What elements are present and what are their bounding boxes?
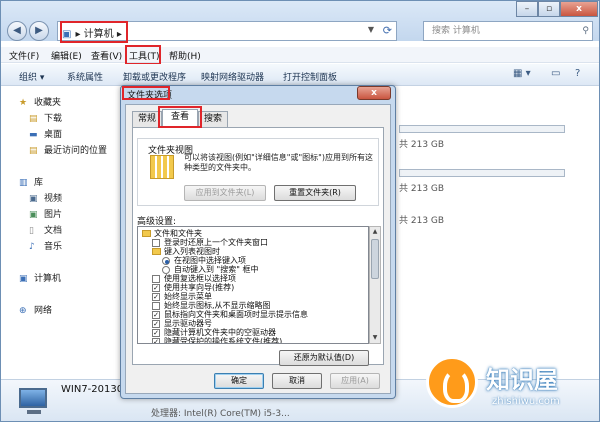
folder-views-icon (150, 155, 174, 179)
drive-usage-bar (399, 169, 565, 177)
highlight-view-tab (158, 106, 202, 128)
checkbox[interactable]: ✓ (152, 338, 160, 343)
search-input[interactable]: 搜索 计算机 ⚲ (423, 21, 593, 41)
command-bar: 组织 ▾ 系统属性 卸载或更改程序 映射网络驱动器 打开控制面板 ▦ ▾ ▭ ? (1, 64, 599, 86)
picture-icon: ▣ (29, 210, 38, 220)
checkbox[interactable]: ✓ (152, 311, 160, 319)
music-icon: ♪ (29, 242, 35, 252)
refresh-icon[interactable]: ⟳ (383, 24, 392, 37)
forward-button[interactable]: ▶ (29, 21, 49, 41)
star-icon: ★ (19, 98, 28, 108)
drive-size: 共 213 GB (399, 140, 445, 150)
nav-videos[interactable]: ▣ 视频 (29, 191, 62, 204)
folder-options-dialog: 文件夹选项 x 常规 查看 搜索 文件夹视图 可以将该视图(例如"详细信息"或"… (120, 85, 396, 399)
checkbox[interactable]: ✓ (152, 329, 160, 337)
library-icon: ▥ (19, 178, 28, 188)
nav-desktop[interactable]: ▬ 桌面 (29, 127, 62, 140)
back-button[interactable]: ◀ (7, 21, 27, 41)
video-icon: ▣ (29, 194, 38, 204)
advanced-settings-scrollbar[interactable]: ▲ ▼ (369, 226, 381, 344)
restore-defaults-button[interactable]: 还原为默认值(D) (279, 350, 369, 366)
dialog-body: 常规 查看 搜索 文件夹视图 可以将该视图(例如"详细信息"或"图标")应用到所… (125, 104, 391, 394)
dialog-close-button[interactable]: x (357, 86, 391, 100)
checkbox[interactable] (152, 302, 160, 310)
advanced-settings-list[interactable]: 文件和文件夹 登录时还原上一个文件夹窗口 键入列表视图时 在视图中选择键入项 自动键入到… (137, 226, 369, 344)
organize-button[interactable]: 组织 ▾ (19, 70, 44, 83)
watermark-title: 知识屋 (486, 366, 558, 394)
computer-name: WIN7-20130 (61, 384, 124, 395)
nav-favorites[interactable]: ★ 收藏夹 (19, 95, 61, 108)
drive-size: 共 213 GB (399, 184, 445, 194)
close-button[interactable]: x (560, 1, 598, 17)
nav-music[interactable]: ♪ 音乐 (29, 239, 62, 252)
apply-to-folders-button[interactable]: 应用到文件夹(L) (184, 185, 266, 201)
ok-button[interactable]: 确定 (214, 373, 264, 389)
watermark-logo: 知识屋 zhishiwu.com (426, 354, 596, 418)
reset-folders-button[interactable]: 重置文件夹(R) (274, 185, 356, 201)
maximize-button[interactable]: ▫ (538, 1, 560, 17)
drive-size: 共 213 GB (399, 216, 445, 226)
nav-computer[interactable]: ▣ 计算机 (19, 271, 61, 284)
menu-view[interactable]: 查看(V) (91, 49, 122, 62)
watermark-url: zhishiwu.com (492, 396, 560, 407)
computer-icon (19, 388, 47, 408)
watermark-icon (426, 356, 478, 408)
scroll-thumb[interactable] (371, 239, 379, 279)
checkbox[interactable]: ✓ (152, 320, 160, 328)
highlight-tools-menu (125, 45, 161, 65)
control-panel-button[interactable]: 打开控制面板 (283, 70, 337, 83)
highlight-dialog-title (122, 86, 170, 100)
minimize-button[interactable]: – (516, 1, 538, 17)
nav-recent[interactable]: ▤ 最近访问的位置 (29, 143, 107, 156)
checkbox[interactable] (152, 275, 160, 283)
radio-button[interactable] (162, 257, 170, 265)
nav-downloads[interactable]: ▤ 下载 (29, 111, 62, 124)
drive-usage-bar (399, 125, 565, 133)
document-icon: ▯ (29, 226, 34, 236)
tab-search[interactable]: 搜索 (198, 111, 228, 127)
menu-edit[interactable]: 编辑(E) (51, 49, 82, 62)
nav-network[interactable]: ⊕ 网络 (19, 303, 52, 316)
network-icon: ⊕ (19, 306, 27, 316)
uninstall-button[interactable]: 卸载或更改程序 (123, 70, 186, 83)
computer-icon: ▣ (19, 274, 28, 284)
menu-help[interactable]: 帮助(H) (169, 49, 201, 62)
processor-info: 处理器: Intel(R) Core(TM) i5-3... (151, 409, 290, 419)
nav-libraries[interactable]: ▥ 库 (19, 175, 43, 188)
settings-label: 隐藏受保护的操作系统文件(推荐) (164, 337, 283, 344)
system-properties-button[interactable]: 系统属性 (67, 70, 103, 83)
highlight-address (60, 21, 128, 43)
navigation-pane: ★ 收藏夹 ▤ 下载 ▬ 桌面 ▤ 最近访问的位置 ▥ 库 ▣ 视频 ▣ 图片 ▯ 文档 ♪ 音乐… (1, 87, 121, 379)
map-drive-button[interactable]: 映射网络驱动器 (201, 70, 264, 83)
nav-pictures[interactable]: ▣ 图片 (29, 207, 62, 220)
menu-file[interactable]: 文件(F) (9, 49, 39, 62)
download-folder-icon: ▤ (29, 114, 38, 124)
desktop-icon: ▬ (29, 130, 38, 140)
help-icon[interactable]: ? (575, 68, 580, 79)
preview-pane-icon[interactable]: ▭ (551, 68, 560, 79)
radio-button[interactable] (162, 266, 170, 274)
nav-documents[interactable]: ▯ 文档 (29, 223, 62, 236)
recent-places-icon: ▤ (29, 146, 38, 156)
view-tab-panel: 文件夹视图 可以将该视图(例如"详细信息"或"图标")应用到所有这种类型的文件夹… (132, 127, 384, 366)
folder-icon (152, 248, 161, 255)
menu-bar: 文件(F) 编辑(E) 查看(V) 工具(T) 帮助(H) (1, 47, 599, 63)
folder-views-group: 文件夹视图 可以将该视图(例如"详细信息"或"图标")应用到所有这种类型的文件夹… (137, 138, 379, 206)
checkbox[interactable] (152, 239, 160, 247)
folder-views-description: 可以将该视图(例如"详细信息"或"图标")应用到所有这种类型的文件夹中。 (184, 153, 373, 172)
view-options-icon[interactable]: ▦ ▾ (513, 68, 531, 79)
scroll-up-icon[interactable]: ▲ (370, 227, 380, 237)
computer-stand (27, 410, 41, 414)
cancel-button[interactable]: 取消 (272, 373, 322, 389)
apply-button[interactable]: 应用(A) (330, 373, 380, 389)
search-icon: ⚲ (582, 26, 589, 36)
checkbox[interactable]: ✓ (152, 284, 160, 292)
chevron-down-icon[interactable]: ▼ (368, 25, 374, 34)
scroll-down-icon[interactable]: ▼ (370, 333, 380, 343)
folder-icon (142, 230, 151, 237)
checkbox[interactable]: ✓ (152, 293, 160, 301)
